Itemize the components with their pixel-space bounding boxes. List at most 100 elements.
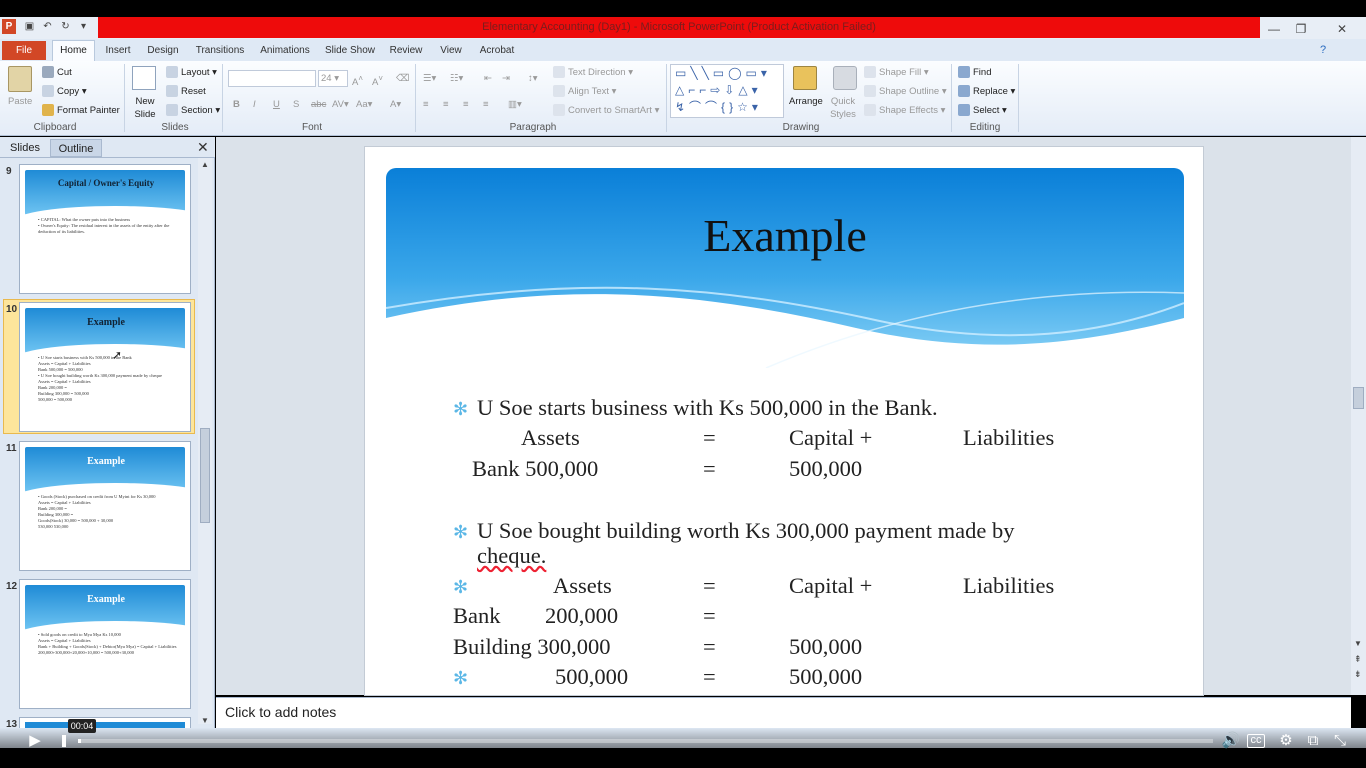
tab-slides[interactable]: Slides [4, 139, 46, 157]
layout-icon [166, 66, 178, 79]
align-text-button[interactable]: Align Text ▾ [553, 85, 616, 98]
justify-icon[interactable]: ≡ [483, 98, 489, 111]
font-color-icon[interactable]: A▾ [390, 98, 401, 111]
tab-view[interactable]: View [434, 42, 468, 60]
slides-pane-scroll-thumb[interactable] [200, 428, 210, 523]
slide-thumbnail-12[interactable]: Example • Sold goods on credit to Mya My… [19, 579, 191, 709]
strikethrough-icon[interactable]: abc [311, 98, 326, 111]
fullscreen-exit-icon[interactable]: ⤡ [1328, 731, 1352, 751]
tab-insert[interactable]: Insert [100, 42, 136, 60]
tab-design[interactable]: Design [142, 42, 184, 60]
slide-thumbnail-11[interactable]: Example • Goods (Stock) purchased on cre… [19, 441, 191, 571]
restore-icon[interactable]: ❐ [1289, 20, 1313, 38]
tab-outline[interactable]: Outline [50, 139, 102, 157]
slide-scroll-thumb[interactable] [1353, 387, 1364, 409]
quick-styles-button[interactable]: Quick Styles [828, 95, 858, 121]
numbering-icon[interactable]: ☷▾ [450, 72, 463, 85]
clear-format-icon[interactable]: ⌫ [396, 72, 409, 85]
tab-slide-show[interactable]: Slide Show [322, 42, 378, 60]
help-icon[interactable]: ? [1320, 44, 1326, 56]
shrink-font-icon[interactable]: A˅ [372, 72, 383, 89]
tab-home[interactable]: Home [52, 40, 95, 62]
new-slide-button[interactable]: New Slide [130, 95, 160, 121]
scroll-down-icon[interactable]: ▼ [1354, 639, 1362, 648]
group-label-drawing: Drawing [782, 122, 820, 133]
bold-icon[interactable]: B [233, 98, 240, 111]
ribbon-separator [124, 64, 125, 132]
tab-animations[interactable]: Animations [256, 42, 314, 60]
captions-icon[interactable]: cc [1247, 734, 1265, 748]
customize-toolbar-icon[interactable]: ▾ [76, 19, 91, 34]
undo-icon[interactable]: ↶ [40, 19, 55, 34]
underline-icon[interactable]: U [273, 98, 280, 111]
next-slide-icon[interactable]: ⇟ [1354, 669, 1362, 680]
volume-icon[interactable]: 🔊 [1219, 731, 1243, 751]
shapes-gallery[interactable]: ▭╲╲▭◯▭▾ △⌐⌐⇨⇩△▾ ↯⌒⌒{}☆▾ [670, 64, 784, 118]
bullets-icon[interactable]: ☰▾ [423, 72, 436, 85]
close-window-icon[interactable]: ✕ [1330, 20, 1354, 38]
replace-button[interactable]: Replace ▾ [958, 85, 1015, 98]
play-icon[interactable]: ▶ [23, 731, 47, 751]
capital-amount: 500,000 [789, 456, 863, 481]
text-direction-button[interactable]: Text Direction ▾ [553, 66, 633, 79]
char-spacing-icon[interactable]: AV▾ [332, 98, 349, 111]
section-button[interactable]: Section ▾ [166, 104, 220, 117]
minimize-icon[interactable]: — [1262, 20, 1286, 38]
copy-button[interactable]: Copy ▾ [42, 85, 87, 98]
save-icon[interactable]: ▣ [22, 19, 37, 34]
align-left-icon[interactable]: ≡ [423, 98, 429, 111]
select-button[interactable]: Select ▾ [958, 104, 1007, 117]
settings-icon[interactable]: ⚙ [1274, 731, 1298, 751]
increase-indent-icon[interactable]: ⇥ [502, 72, 510, 85]
grow-font-icon[interactable]: A˄ [352, 72, 363, 89]
align-text-label: Align Text [568, 86, 610, 97]
quick-styles-icon[interactable] [833, 66, 857, 90]
convert-smartart-button[interactable]: Convert to SmartArt ▾ [553, 104, 659, 117]
slide-thumbnail-13[interactable] [19, 717, 191, 728]
layout-button[interactable]: Layout ▾ [166, 66, 217, 79]
slide-scrollbar[interactable] [1351, 137, 1366, 695]
format-painter-button[interactable]: Format Painter [42, 104, 120, 117]
tab-acrobat[interactable]: Acrobat [476, 42, 518, 60]
previous-slide-icon[interactable]: ⇞ [1354, 654, 1362, 665]
font-name-combo[interactable] [228, 70, 316, 87]
close-pane-icon[interactable]: ✕ [197, 139, 209, 156]
columns-icon[interactable]: ▥▾ [508, 98, 522, 111]
ribbon-separator [222, 64, 223, 132]
align-center-icon[interactable]: ≡ [443, 98, 449, 111]
arrange-button[interactable]: Arrange [789, 95, 823, 108]
tab-transitions[interactable]: Transitions [192, 42, 248, 60]
find-button[interactable]: Find [958, 66, 991, 79]
line-spacing-icon[interactable]: ↕▾ [528, 72, 538, 85]
change-case-icon[interactable]: Aa▾ [356, 98, 372, 111]
shape-fill-button[interactable]: Shape Fill ▾ [864, 66, 929, 79]
new-slide-icon[interactable] [132, 66, 156, 90]
tab-file[interactable]: File [2, 41, 46, 60]
shape-outline-button[interactable]: Shape Outline ▾ [864, 85, 947, 98]
paste-icon[interactable] [8, 66, 32, 92]
shape-effects-button[interactable]: Shape Effects ▾ [864, 104, 945, 117]
thumbnail-header [20, 447, 190, 513]
decrease-indent-icon[interactable]: ⇤ [484, 72, 492, 85]
tab-review[interactable]: Review [386, 42, 426, 60]
paste-button[interactable]: Paste [8, 95, 32, 108]
bank-amount: 200,000 [545, 603, 619, 628]
redo-icon[interactable]: ↻ [58, 19, 73, 34]
thumbnail-text: • Sold goods on credit to Mya Mya Ks 10,… [38, 632, 183, 656]
scroll-up-icon[interactable]: ▲ [201, 160, 209, 169]
notes-pane[interactable]: Click to add notes [216, 697, 1351, 728]
arrange-icon[interactable] [793, 66, 817, 90]
font-size-combo[interactable]: 24 ▾ [318, 70, 348, 87]
align-right-icon[interactable]: ≡ [463, 98, 469, 111]
shadow-icon[interactable]: S [293, 98, 299, 111]
cut-button[interactable]: Cut [42, 66, 72, 79]
slide-thumbnail-9[interactable]: Capital / Owner's Equity • CAPITAL: What… [19, 164, 191, 294]
video-progress-track[interactable] [78, 739, 1213, 743]
scroll-down-icon[interactable]: ▼ [201, 716, 209, 725]
video-progress-handle[interactable] [62, 735, 66, 747]
picture-in-picture-icon[interactable]: ⧉ [1301, 731, 1325, 751]
slide[interactable]: Example ✻ U Soe starts business with Ks … [364, 146, 1204, 696]
slide-thumbnail-10[interactable]: Example • U Soe starts business with Ks … [19, 302, 191, 432]
italic-icon[interactable]: I [253, 98, 256, 111]
reset-button[interactable]: Reset [166, 85, 206, 98]
